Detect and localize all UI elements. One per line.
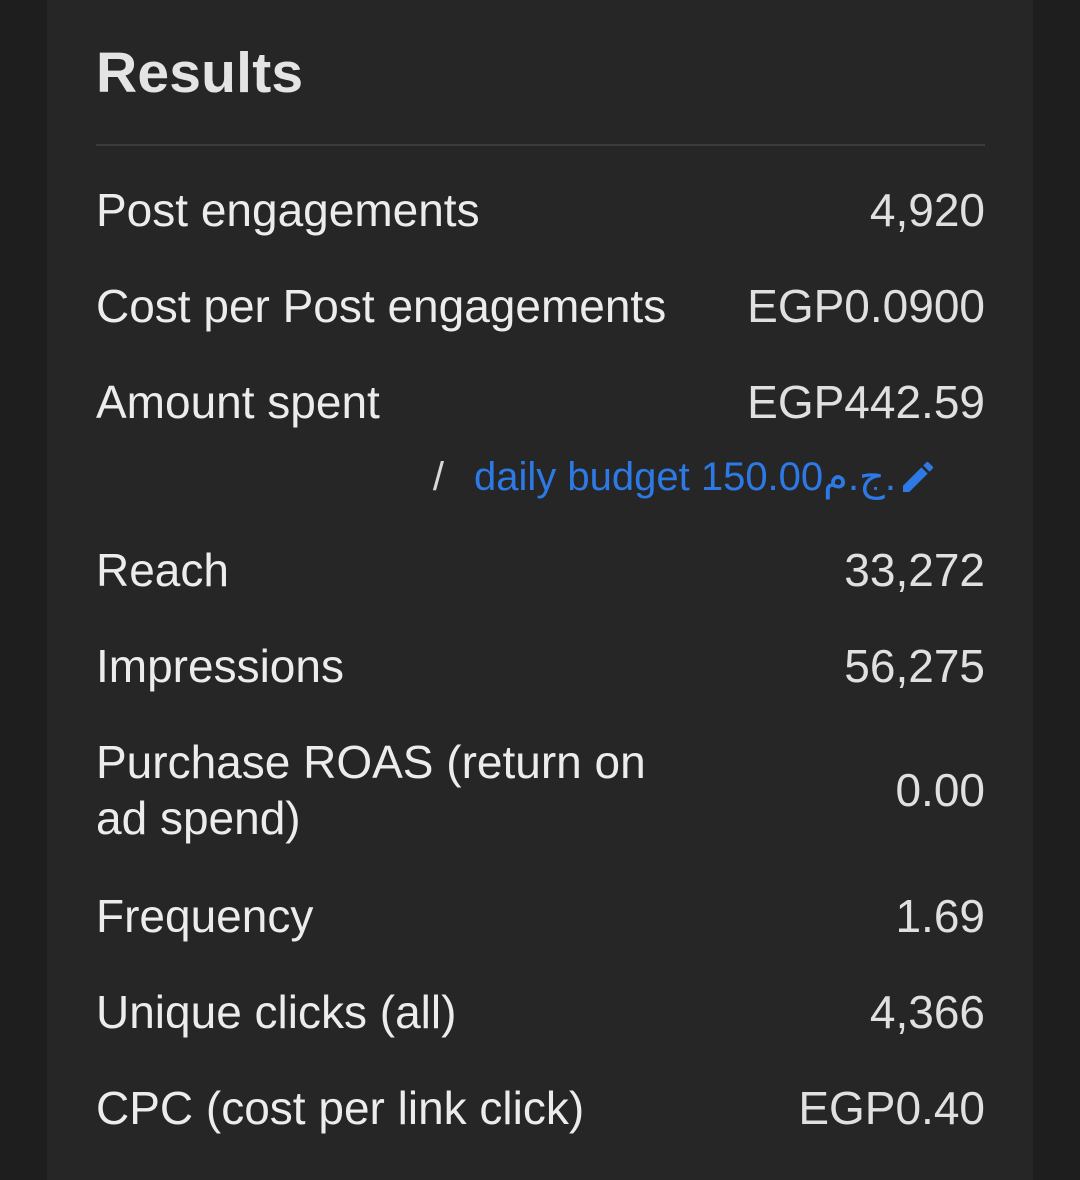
metric-label: Frequency [96, 890, 314, 942]
metric-label: Unique clicks (all) [96, 986, 457, 1038]
metric-value: EGP0.0900 [747, 280, 985, 332]
metric-label: Cost per Post engagements [96, 280, 667, 332]
results-card: Results Post engagements 4,920 Cost per … [47, 0, 1033, 1180]
metric-label: Reach [96, 544, 229, 596]
metric-row-cpc: CPC (cost per link click) EGP0.40 [96, 1080, 985, 1136]
budget-separator: / [432, 455, 444, 499]
metric-value: 4,920 [869, 184, 985, 236]
metric-label: CPC (cost per link click) [96, 1082, 585, 1134]
metric-row-cost-per-engagement: Cost per Post engagements EGP0.0900 [96, 278, 985, 334]
daily-budget-label[interactable]: daily budget 150.00ج.م. [474, 452, 896, 502]
metric-row-frequency: Frequency 1.69 [96, 888, 985, 944]
metric-value: 0.00 [895, 764, 985, 816]
metric-row-post-engagements: Post engagements 4,920 [96, 182, 985, 238]
metric-row-reach: Reach 33,272 [96, 542, 985, 598]
metric-label: Amount spent [96, 376, 380, 428]
daily-budget-edit-link[interactable]: / daily budget 150.00ج.م. [433, 452, 938, 502]
metric-value: 33,272 [844, 544, 985, 596]
title-divider [96, 144, 985, 146]
metric-row-purchase-roas: Purchase ROAS (return on ad spend) 0.00 [96, 734, 985, 846]
metric-label: Impressions [96, 640, 344, 692]
metric-value: 1.69 [895, 890, 985, 942]
metric-label: Purchase ROAS (return on ad spend) [96, 736, 646, 844]
metric-label: Post engagements [96, 184, 480, 236]
metric-row-unique-clicks: Unique clicks (all) 4,366 [96, 984, 985, 1040]
metric-row-impressions: Impressions 56,275 [96, 638, 985, 694]
pencil-icon[interactable] [898, 457, 938, 497]
metric-row-amount-spent: Amount spent EGP442.59 [96, 374, 985, 430]
metric-value: EGP442.59 [747, 376, 985, 428]
results-title: Results [96, 41, 304, 105]
metric-value: EGP0.40 [798, 1082, 985, 1134]
metric-value: 4,366 [869, 986, 985, 1038]
metric-value: 56,275 [844, 640, 985, 692]
